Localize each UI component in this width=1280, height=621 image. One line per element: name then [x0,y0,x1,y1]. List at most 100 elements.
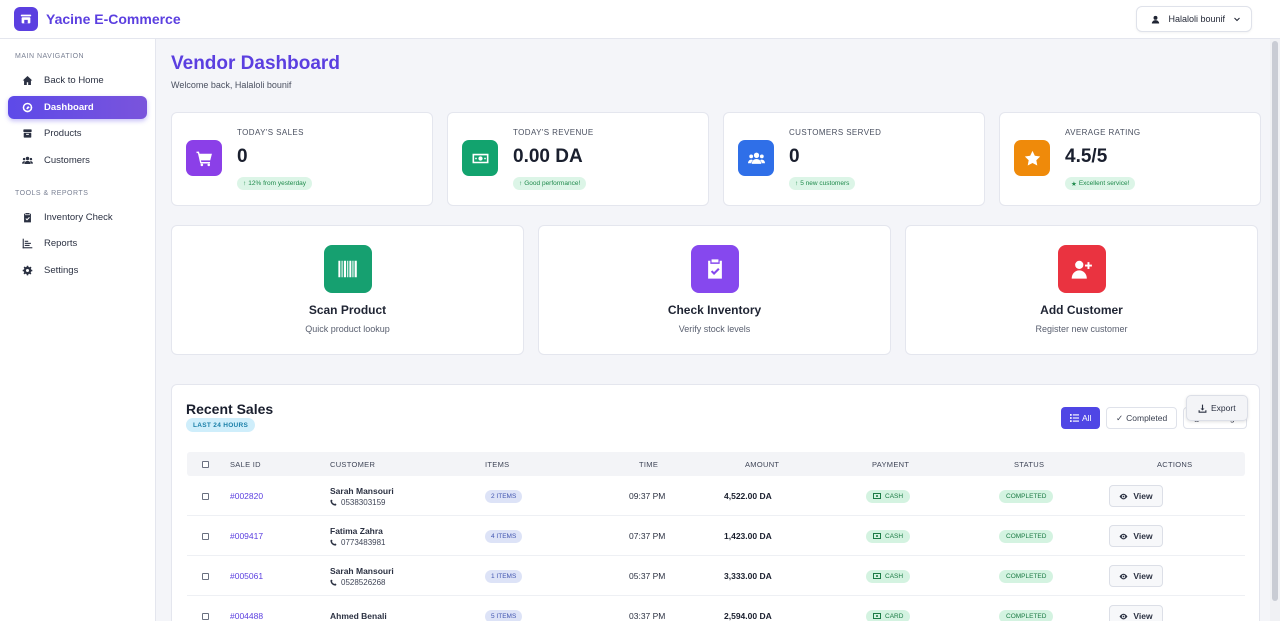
stat-value: 0.00 DA [513,146,583,167]
row-checkbox[interactable] [202,516,209,556]
table-row[interactable]: #002820 Sarah Mansouri 0538303159 2 ITEM… [187,476,1245,516]
row-checkbox[interactable] [202,556,209,596]
filter-all-label: All [1082,413,1092,423]
column-header: STATUS [1014,459,1045,469]
sidebar-item-back-to-home[interactable]: Back to Home [8,69,147,92]
sidebar-item-dashboard[interactable]: Dashboard [8,95,147,119]
cash-icon [873,533,881,539]
items-badge: 2 ITEMS [485,489,523,503]
view-button[interactable]: View [1109,605,1163,621]
sidebar-item-reports[interactable]: Reports [8,232,147,255]
column-header: PAYMENT [872,459,910,469]
stat-card-customers-served: CUSTOMERS SERVED 0 ↑ 5 new customers [723,112,985,206]
status-badge: COMPLETED [999,609,1054,621]
payment-cell: CASH [866,556,911,596]
eye-icon [1119,573,1128,579]
payment-cell: CASH [866,516,911,556]
page-scrollbar[interactable] [1270,39,1280,621]
brand[interactable]: Yacine E-Commerce [14,7,181,31]
eye-icon [1119,613,1128,619]
time-cell: 05:37 PM [629,571,666,581]
view-label: View [1133,611,1153,621]
sidebar-item-label: Reports [44,238,78,249]
status-cell: COMPLETED [999,516,1054,556]
actions-cell: View [1109,556,1163,596]
export-button[interactable]: Export [1186,395,1248,421]
sidebar-item-inventory-check[interactable]: Inventory Check [8,206,147,229]
star-icon: ★ [1071,180,1077,188]
customer-phone: 0538303159 [330,498,386,507]
status-badge: COMPLETED [999,569,1054,583]
items-badge: 5 ITEMS [485,609,523,621]
column-header: SALE ID [230,459,261,469]
status-badge: COMPLETED [999,489,1054,503]
stat-note: ↑ 5 new customers [789,177,856,190]
stat-note: ↑ Good performance! [513,177,587,190]
money-icon [462,140,498,176]
sidebar-item-label: Back to Home [44,75,104,86]
action-title: Check Inventory [667,303,762,317]
stats-row: TODAY'S SALES 0 ↑ 12% from yesterday TOD… [171,112,1261,206]
table-row[interactable]: #009417 Fatima Zahra 0773483981 4 ITEMS … [187,516,1245,556]
sidebar-item-settings[interactable]: Settings [8,259,147,282]
column-header: ACTIONS [1157,459,1193,469]
card-icon [873,613,881,619]
customer-cell: Sarah Mansouri 0538303159 [330,476,394,516]
column-header: AMOUNT [745,459,780,469]
user-icon [1152,15,1160,23]
stat-value: 4.5/5 [1065,146,1108,167]
view-button[interactable]: View [1109,525,1163,547]
action-subtitle: Quick product lookup [305,324,390,334]
stat-label: CUSTOMERS SERVED [789,128,882,137]
customer-cell: Sarah Mansouri 0528526268 [330,556,394,596]
sale-id-link[interactable]: #005061 [230,556,263,596]
actions-cell: View [1109,596,1163,621]
customer-name: Ahmed Benali [330,611,387,621]
sale-id-link[interactable]: #002820 [230,476,263,516]
view-button[interactable]: View [1109,485,1163,507]
payment-method: CASH [885,492,904,500]
phone-icon [330,538,337,546]
customer-cell: Fatima Zahra 0773483981 [330,516,386,556]
add-customer-card[interactable]: Add Customer Register new customer [905,225,1258,355]
view-button[interactable]: View [1109,565,1163,587]
stat-value: 0 [237,146,248,167]
arrow-up-icon: ↑ [519,180,523,187]
arrow-up-icon: ↑ [243,180,247,187]
row-checkbox[interactable] [202,596,209,621]
items-cell: 1 ITEMS [485,556,523,596]
payment-cell: CARD [866,596,911,621]
sidebar-item-customers[interactable]: Customers [8,149,147,172]
users-icon [22,156,33,164]
bar-chart-icon [22,238,33,249]
filter-all-button[interactable]: All [1061,407,1101,429]
items-cell: 2 ITEMS [485,476,523,516]
action-title: Add Customer [1040,303,1123,317]
items-cell: 5 ITEMS [485,596,523,621]
phone-number: 0528526268 [341,577,386,587]
items-badge: 4 ITEMS [485,529,523,543]
table-row[interactable]: #005061 Sarah Mansouri 0528526268 1 ITEM… [187,556,1245,596]
check-inventory-card[interactable]: Check Inventory Verify stock levels [538,225,891,355]
row-checkbox[interactable] [202,476,209,516]
page-subtitle: Welcome back, Halaloli bounif [171,80,292,90]
sale-id-link[interactable]: #009417 [230,516,263,556]
column-header: CUSTOMER [330,459,376,469]
filter-completed-button[interactable]: ✓ Completed [1106,407,1178,429]
scan-product-card[interactable]: Scan Product Quick product lookup [171,225,524,355]
sidebar-item-products[interactable]: Products [8,122,147,145]
stat-note: ★ Excellent service! [1065,177,1136,190]
sale-id-link[interactable]: #004488 [230,596,263,621]
table-row[interactable]: #004488 Ahmed Benali 5 ITEMS 03:37 PM 2,… [187,596,1245,621]
store-icon [14,7,38,31]
action-title: Scan Product [308,303,387,317]
user-menu-button[interactable]: Halaloli bounif [1136,6,1252,32]
items-cell: 4 ITEMS [485,516,523,556]
scrollbar-thumb[interactable] [1272,41,1278,601]
stat-card-average-rating: AVERAGE RATING 4.5/5 ★ Excellent service… [999,112,1261,206]
payment-badge: CASH [866,489,911,503]
export-label: Export [1211,403,1236,413]
gauge-icon [22,102,33,112]
payment-method: CARD [885,612,904,620]
select-all-checkbox[interactable] [202,452,209,476]
